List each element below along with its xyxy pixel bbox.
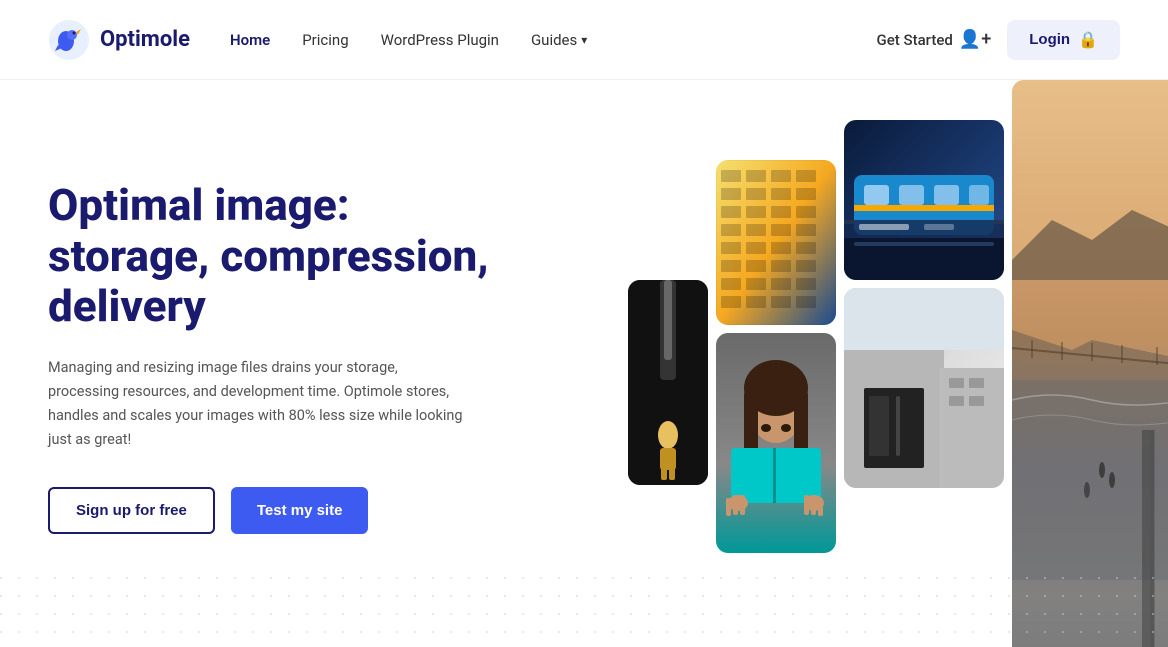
photo-building bbox=[716, 160, 836, 325]
nav-links: Home Pricing WordPress Plugin Guides ▾ bbox=[230, 31, 587, 49]
signup-button[interactable]: Sign up for free bbox=[48, 487, 215, 534]
photo-dark-figure bbox=[628, 280, 708, 485]
image-column-4 bbox=[1012, 80, 1168, 647]
hero-title: Optimal image: storage, compression, del… bbox=[48, 180, 508, 332]
get-started-link[interactable]: Get Started 👤+ bbox=[877, 29, 992, 50]
nav-link-guides[interactable]: Guides ▾ bbox=[531, 31, 587, 49]
image-column-3 bbox=[844, 120, 1004, 647]
login-button[interactable]: Login 🔒 bbox=[1007, 20, 1120, 60]
hero-section: Optimal image: storage, compression, del… bbox=[0, 80, 1168, 647]
nav-link-wordpress[interactable]: WordPress Plugin bbox=[381, 31, 499, 49]
logo-text: Optimole bbox=[100, 27, 190, 52]
image-column-2 bbox=[716, 160, 836, 647]
lock-icon: 🔒 bbox=[1078, 30, 1098, 50]
test-site-button[interactable]: Test my site bbox=[231, 487, 369, 534]
hero-content: Optimal image: storage, compression, del… bbox=[48, 140, 508, 534]
nav-link-pricing[interactable]: Pricing bbox=[302, 31, 348, 49]
nav-left: Optimole Home Pricing WordPress Plugin G… bbox=[48, 19, 587, 61]
photo-coastal bbox=[1012, 80, 1168, 647]
hero-buttons: Sign up for free Test my site bbox=[48, 487, 508, 534]
navbar: Optimole Home Pricing WordPress Plugin G… bbox=[0, 0, 1168, 80]
logo[interactable]: Optimole bbox=[48, 19, 190, 61]
dots-pattern bbox=[0, 577, 1168, 647]
chevron-down-icon: ▾ bbox=[581, 33, 587, 47]
hero-images bbox=[628, 80, 1168, 647]
nav-right: Get Started 👤+ Login 🔒 bbox=[877, 20, 1120, 60]
photo-train bbox=[844, 120, 1004, 280]
logo-icon bbox=[48, 19, 90, 61]
photo-architecture bbox=[844, 288, 1004, 488]
hero-description: Managing and resizing image files drains… bbox=[48, 356, 468, 452]
user-plus-icon: 👤+ bbox=[959, 29, 991, 50]
photo-girl-reading bbox=[716, 333, 836, 553]
nav-link-home[interactable]: Home bbox=[230, 31, 270, 49]
